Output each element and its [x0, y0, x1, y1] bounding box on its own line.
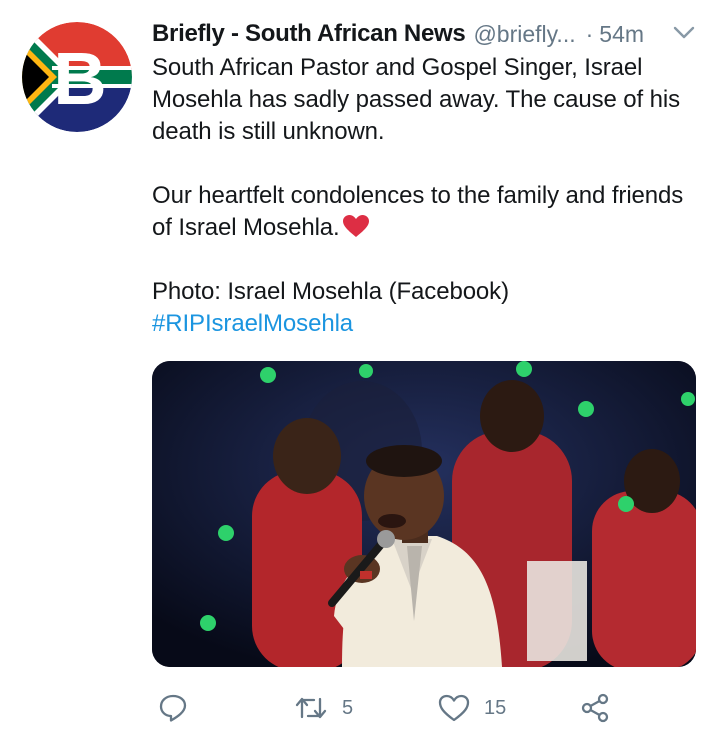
briefly-logo: B — [22, 22, 132, 132]
tweet-paragraph-2: Our heartfelt condolences to the family … — [152, 180, 700, 244]
tweet-paragraph-2-text: Our heartfelt condolences to the family … — [152, 182, 684, 241]
timestamp[interactable]: 54m — [599, 21, 644, 48]
reply-button[interactable] — [158, 688, 188, 728]
svg-text:B: B — [53, 37, 106, 120]
tweet-photo[interactable] — [152, 361, 696, 667]
avatar[interactable]: B — [22, 22, 132, 132]
tweet-paragraph-3: Photo: Israel Mosehla (Facebook) — [152, 278, 509, 305]
retweet-icon — [295, 697, 327, 719]
author-handle[interactable]: @briefly... — [473, 21, 575, 48]
reply-icon — [159, 694, 187, 722]
tweet-content: Briefly - South African News @briefly...… — [152, 18, 700, 340]
share-button[interactable] — [580, 688, 610, 728]
like-button[interactable]: 15 — [438, 688, 506, 728]
retweet-button[interactable]: 5 — [294, 688, 353, 728]
tweet-text: South African Pastor and Gospel Singer, … — [152, 52, 700, 340]
chevron-down-icon[interactable] — [672, 24, 696, 42]
hashtag-link[interactable]: #RIPIsraelMosehla — [152, 308, 700, 340]
separator-dot: · — [585, 20, 594, 47]
share-icon — [581, 693, 609, 723]
heart-icon — [438, 694, 470, 722]
retweet-count: 5 — [342, 696, 354, 719]
singer-photo-illustration — [152, 361, 696, 667]
red-heart-emoji-icon — [342, 215, 369, 237]
tweet-header: Briefly - South African News @briefly...… — [152, 18, 700, 50]
tweet-actions: 5 15 — [152, 688, 700, 728]
author-name[interactable]: Briefly - South African News — [152, 20, 466, 48]
like-count: 15 — [484, 696, 507, 719]
tweet-paragraph-1: South African Pastor and Gospel Singer, … — [152, 54, 681, 145]
